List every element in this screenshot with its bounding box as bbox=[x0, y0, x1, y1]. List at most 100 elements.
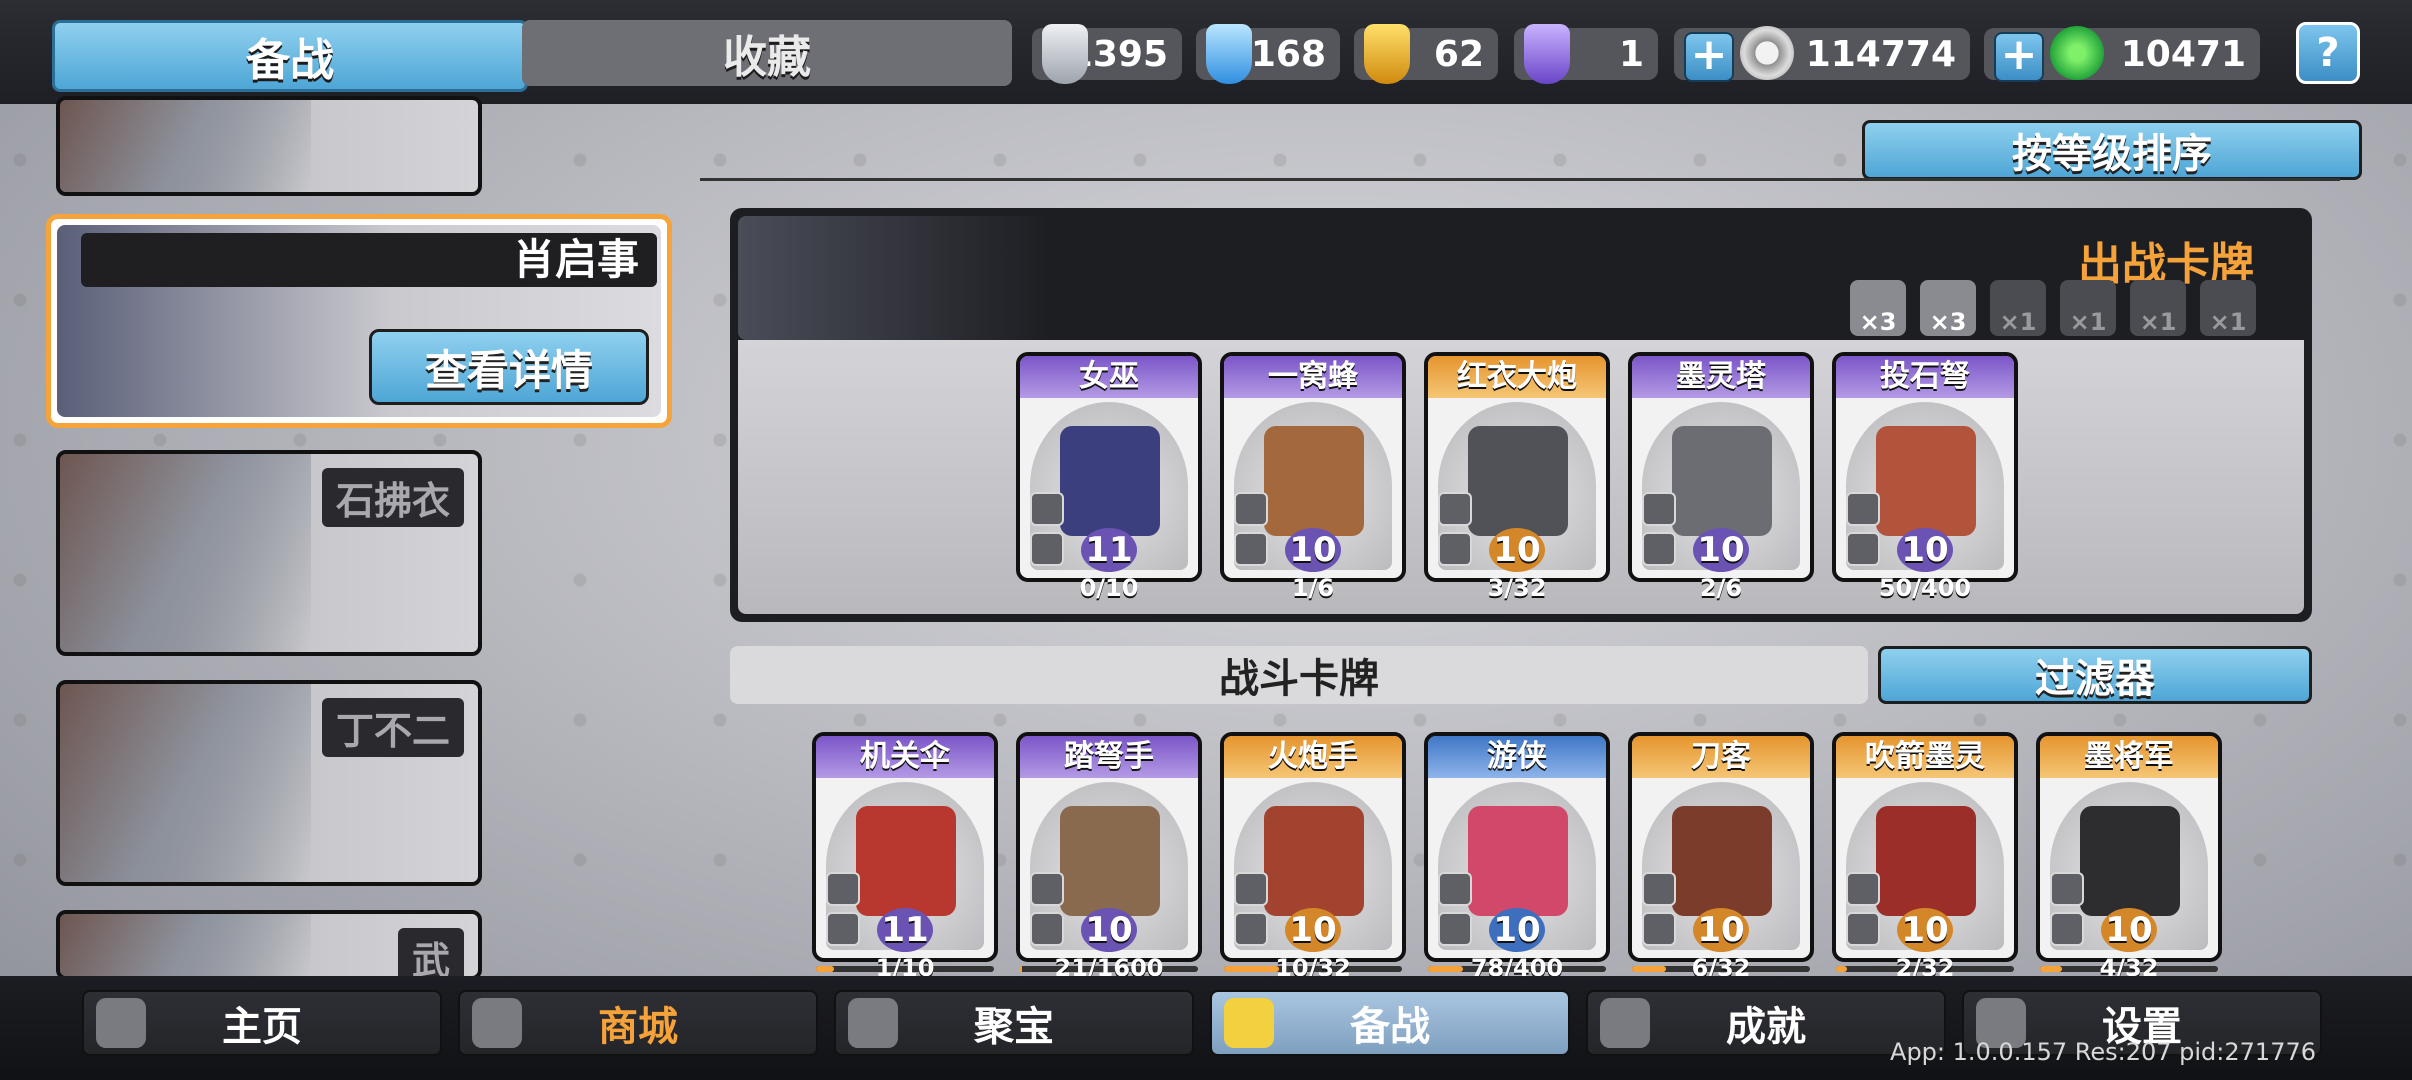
unit-name: 一窝蜂 bbox=[1224, 356, 1402, 398]
hero-card[interactable]: 武 bbox=[56, 910, 482, 980]
unit-name: 刀客 bbox=[1632, 736, 1810, 778]
unit-trait-icon bbox=[1642, 532, 1676, 566]
unit-figure bbox=[1468, 806, 1568, 916]
nav-label: 备战 bbox=[1350, 1004, 1430, 1050]
unit-figure bbox=[1060, 806, 1160, 916]
sort-by-level-button[interactable]: 按等级排序 bbox=[1862, 120, 2362, 180]
unit-progress: 0/10 bbox=[1016, 576, 1202, 600]
unit-level: 11 bbox=[877, 908, 933, 952]
hero-name: 武 bbox=[397, 928, 464, 976]
skill-chip[interactable]: ×1 bbox=[2130, 280, 2186, 336]
hero-card-selected[interactable]: 肖启事 查看详情 bbox=[46, 214, 672, 428]
divider bbox=[700, 178, 2340, 181]
resource-value: 62 bbox=[1433, 33, 1484, 75]
progress-fill bbox=[1428, 586, 1445, 592]
resource-silver-coin: + 114774 bbox=[1674, 26, 1970, 82]
deck-header: 出战卡牌 ×3 ×3 ×1 ×1 ×1 ×1 bbox=[738, 216, 2304, 340]
unit-trait-icon bbox=[1642, 912, 1676, 946]
unit-trait-icon bbox=[1234, 912, 1268, 946]
unit-name: 火炮手 bbox=[1224, 736, 1402, 778]
unit-trait-icon bbox=[1846, 492, 1880, 526]
skill-chip[interactable]: ×3 bbox=[1920, 280, 1976, 336]
unit-card[interactable]: 墨将军 10 bbox=[2036, 732, 2222, 962]
unit-card[interactable]: 刀客 10 bbox=[1628, 732, 1814, 962]
resource-silver-shield: 1395 bbox=[1032, 24, 1182, 84]
progress-fill bbox=[1020, 966, 1023, 972]
skill-chip[interactable]: ×1 bbox=[2200, 280, 2256, 336]
unit-trait-icon bbox=[1234, 532, 1268, 566]
top-bar: 备战 收藏 1395 168 62 1 + 114774 + 10471 ? bbox=[0, 0, 2412, 104]
unit-card[interactable]: 游侠 10 bbox=[1424, 732, 1610, 962]
hero-card[interactable]: 石拂衣 bbox=[56, 450, 482, 656]
unit-card[interactable]: 吹箭墨灵 10 bbox=[1832, 732, 2018, 962]
nav-treasure[interactable]: 聚宝 bbox=[834, 990, 1194, 1056]
unit-trait-icon bbox=[1642, 492, 1676, 526]
skill-chip[interactable]: ×1 bbox=[2060, 280, 2116, 336]
unit-figure bbox=[1264, 426, 1364, 536]
achievement-grid-icon bbox=[1600, 998, 1650, 1048]
unit-trait-icon bbox=[1846, 912, 1880, 946]
hero-card[interactable]: 丁不二 bbox=[56, 680, 482, 886]
nav-label: 聚宝 bbox=[974, 1004, 1054, 1050]
silver-shield-icon bbox=[1042, 24, 1088, 84]
unit-figure bbox=[1876, 426, 1976, 536]
progress-text: 3/32 bbox=[1487, 574, 1547, 602]
question-icon: ? bbox=[2316, 30, 2340, 76]
unit-card[interactable]: 红衣大炮 10 bbox=[1424, 352, 1610, 582]
add-coin-button[interactable]: + bbox=[1684, 32, 1734, 82]
nav-home[interactable]: 主页 bbox=[82, 990, 442, 1056]
unit-card[interactable]: 火炮手 10 bbox=[1220, 732, 1406, 962]
nav-label: 商城 bbox=[598, 1004, 678, 1050]
progress-text: 0/10 bbox=[1079, 574, 1139, 602]
unit-name: 女巫 bbox=[1020, 356, 1198, 398]
tab-prepare[interactable]: 备战 bbox=[52, 20, 528, 92]
filter-button[interactable]: 过滤器 bbox=[1878, 646, 2312, 704]
unit-level: 10 bbox=[1285, 528, 1341, 572]
nav-prepare[interactable]: 备战 bbox=[1210, 990, 1570, 1056]
resource-gold-shield: 62 bbox=[1354, 24, 1498, 84]
unit-trait-icon bbox=[1234, 492, 1268, 526]
resource-jade: + 10471 bbox=[1984, 26, 2260, 82]
unit-trait-icon bbox=[1438, 532, 1472, 566]
progress-text: 50/400 bbox=[1878, 574, 1972, 602]
battle-cards-title: 战斗卡牌 bbox=[730, 646, 1868, 704]
add-jade-button[interactable]: + bbox=[1994, 32, 2044, 82]
unit-level: 10 bbox=[1693, 528, 1749, 572]
hero-card-top-partial[interactable] bbox=[56, 96, 482, 196]
unit-figure bbox=[1672, 426, 1772, 536]
skill-chip[interactable]: ×3 bbox=[1850, 280, 1906, 336]
unit-level: 10 bbox=[1489, 528, 1545, 572]
skill-chip[interactable]: ×1 bbox=[1990, 280, 2046, 336]
silver-coin-icon bbox=[1740, 26, 1794, 80]
unit-trait-icon bbox=[1234, 872, 1268, 906]
unit-trait-icon bbox=[1438, 872, 1472, 906]
unit-name: 机关伞 bbox=[816, 736, 994, 778]
unit-progress: 1/6 bbox=[1220, 576, 1406, 600]
unit-trait-icon bbox=[826, 872, 860, 906]
unit-progress: 78/400 bbox=[1424, 956, 1610, 980]
tab-collection[interactable]: 收藏 bbox=[522, 20, 1012, 86]
unit-card[interactable]: 女巫 11 bbox=[1016, 352, 1202, 582]
unit-name: 踏弩手 bbox=[1020, 736, 1198, 778]
unit-level: 10 bbox=[1285, 908, 1341, 952]
unit-progress: 2/32 bbox=[1832, 956, 2018, 980]
hero-portrait bbox=[60, 454, 311, 652]
nav-shop[interactable]: 商城 bbox=[458, 990, 818, 1056]
nav-label: 主页 bbox=[222, 1004, 302, 1050]
view-details-button[interactable]: 查看详情 bbox=[369, 329, 649, 405]
bottom-nav: 主页 商城 聚宝 备战 成就 设置 App: 1.0.0.157 Res:207… bbox=[0, 976, 2412, 1080]
unit-card[interactable]: 踏弩手 10 bbox=[1016, 732, 1202, 962]
unit-card[interactable]: 机关伞 11 bbox=[812, 732, 998, 962]
unit-card[interactable]: 墨灵塔 10 bbox=[1628, 352, 1814, 582]
help-button[interactable]: ? bbox=[2296, 22, 2360, 84]
hero-name: 肖启事 bbox=[81, 233, 657, 287]
unit-progress: 50/400 bbox=[1832, 576, 2018, 600]
unit-name: 墨将军 bbox=[2040, 736, 2218, 778]
progress-text: 2/6 bbox=[1699, 574, 1743, 602]
unit-card[interactable]: 一窝蜂 10 bbox=[1220, 352, 1406, 582]
unit-card[interactable]: 投石弩 10 bbox=[1832, 352, 2018, 582]
progress-fill bbox=[1428, 966, 1463, 972]
progress-fill bbox=[1836, 966, 1847, 972]
green-jade-icon bbox=[2050, 26, 2104, 80]
hero-name: 石拂衣 bbox=[321, 468, 464, 527]
